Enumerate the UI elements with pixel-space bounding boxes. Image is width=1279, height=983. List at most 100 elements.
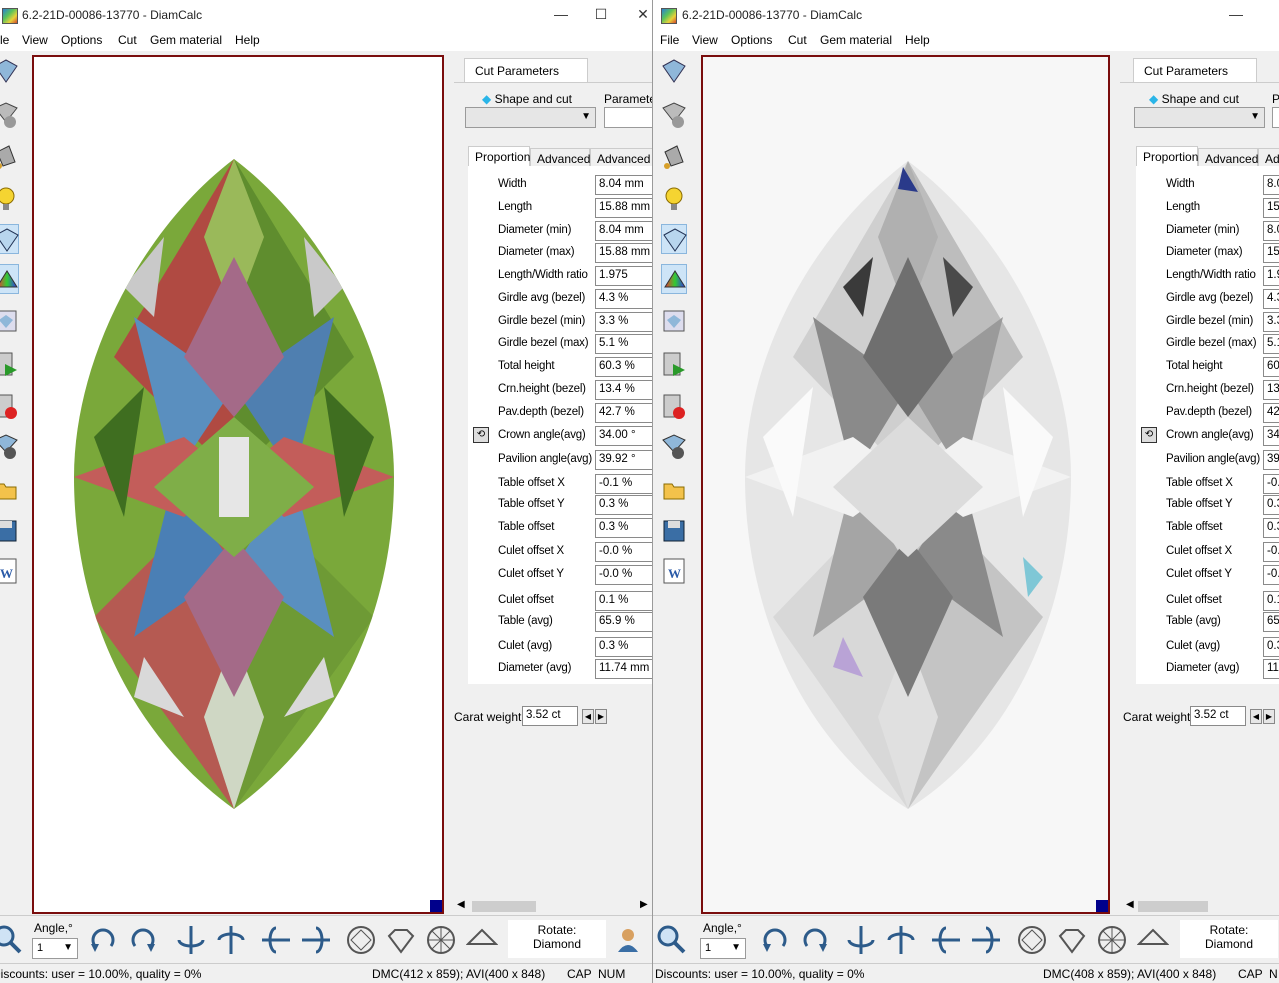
rotate-right-icon[interactable] [127,924,159,956]
proportion-value-input[interactable]: 39 [1263,450,1279,470]
proportion-value-input[interactable]: 15 [1263,198,1279,218]
subtab-advanced[interactable]: Advanced [1198,148,1258,168]
proportion-value-input[interactable]: 39.92 ° [595,450,652,470]
close-icon[interactable]: ✕ [635,6,651,22]
word-report-icon[interactable]: W [661,556,687,586]
subtab-advanced-2[interactable]: Ad [1258,148,1279,168]
menu-help[interactable]: Help [235,33,260,47]
proportion-value-input[interactable]: 34 [1263,426,1279,446]
subtab-proportions[interactable]: Proportions [468,146,536,166]
angle-dropdown[interactable]: 1 ▼ [700,938,746,959]
view-top-icon[interactable] [1016,924,1048,956]
panel-horizontal-scrollbar[interactable]: ◀ ▶ [454,898,652,915]
tab-cut-parameters[interactable]: Cut Parameters [1133,58,1257,82]
subtab-advanced-2[interactable]: Advanced [590,148,652,168]
proportion-value-input[interactable]: 13 [1263,380,1279,400]
minimize-icon[interactable]: — [1228,6,1244,22]
menu-cut[interactable]: Cut [788,33,807,47]
carat-decrease-button[interactable]: ◀ [582,709,594,724]
flip-horizontal-up-icon[interactable] [260,924,292,956]
flip-vertical-right-icon[interactable] [215,924,247,956]
view-bottom-icon[interactable] [425,924,457,956]
open-folder-icon[interactable] [661,474,687,504]
proportion-value-input[interactable]: 0.3 % [595,518,652,538]
carat-weight-input[interactable]: 3.52 ct [522,706,578,726]
diamond-view-tool-icon[interactable] [661,56,687,86]
view-bottom-icon[interactable] [1096,924,1128,956]
proportion-value-input[interactable]: 0.3 [1263,518,1279,538]
proportion-value-input[interactable]: 0.3 [1263,495,1279,515]
proportion-value-input[interactable]: 1.9 [1263,266,1279,286]
scroll-right-icon[interactable]: ▶ [640,899,648,910]
proportion-value-input[interactable]: 42 [1263,403,1279,423]
paint-bucket-tool-icon[interactable] [661,142,687,172]
play-video-tool-icon[interactable] [661,350,687,380]
rotate-mode-box[interactable]: Rotate: Diamond [1180,920,1278,958]
proportion-value-input[interactable]: -0. [1263,565,1279,585]
carat-increase-button[interactable]: ▶ [1263,709,1275,724]
record-video-tool-icon[interactable] [0,392,19,422]
rotate-left-icon[interactable] [87,924,119,956]
lock-angle-icon[interactable]: ⟲ [473,427,489,443]
save-disk-icon[interactable] [0,516,19,546]
menu-cut[interactable]: Cut [118,33,137,47]
save-disk-icon[interactable] [661,516,687,546]
proportion-value-input[interactable]: 13.4 % [595,380,652,400]
brilliance-tool-icon[interactable] [0,224,19,254]
carat-weight-input[interactable]: 3.52 ct [1190,706,1246,726]
play-video-tool-icon[interactable] [0,350,19,380]
menu-gem-material[interactable]: Gem material [150,33,222,47]
diamond-sphere-tool-icon[interactable] [661,100,687,130]
flip-horizontal-down-icon[interactable] [300,924,332,956]
view-side-icon[interactable] [385,924,417,956]
view-side-icon[interactable] [1056,924,1088,956]
proportion-value-input[interactable]: 42.7 % [595,403,652,423]
rotate-right-icon[interactable] [799,924,831,956]
proportion-value-input[interactable]: 15 [1263,243,1279,263]
scroll-left-icon[interactable]: ◀ [1126,899,1134,910]
proportion-value-input[interactable]: 8.04 mm [595,221,652,241]
minimize-icon[interactable]: — [553,6,569,22]
proportion-value-input[interactable]: -0.0 % [595,542,652,562]
zoom-magnifier-icon[interactable] [656,924,688,956]
proportion-value-input[interactable]: 15.88 mm [595,243,652,263]
picture-tool-icon[interactable] [661,306,687,336]
proportion-value-input[interactable]: -0.0 % [595,565,652,585]
proportion-value-input[interactable]: 5.1 [1263,334,1279,354]
menu-options[interactable]: Options [61,33,102,47]
spectrum-tool-icon[interactable] [0,264,19,294]
panel-horizontal-scrollbar[interactable]: ◀ [1120,898,1279,915]
diamond-view-tool-icon[interactable] [0,56,19,86]
zoom-magnifier-icon[interactable] [0,924,24,956]
proportion-value-input[interactable]: 3.3 % [595,312,652,332]
scroll-thumb[interactable] [472,901,536,912]
diamond-reel-tool-icon[interactable] [661,432,687,462]
lock-angle-icon[interactable]: ⟲ [1141,427,1157,443]
angle-dropdown[interactable]: 1 ▼ [32,938,78,959]
proportion-value-input[interactable]: 0.3 [1263,637,1279,657]
menu-gem-material[interactable]: Gem material [820,33,892,47]
diamond-viewport[interactable] [32,55,444,914]
subtab-advanced[interactable]: Advanced [530,148,590,168]
proportion-value-input[interactable]: 0.1 % [595,591,652,611]
subtab-proportions[interactable]: Proportions [1136,146,1204,166]
proportion-value-input[interactable]: 11 [1263,659,1279,679]
proportion-value-input[interactable]: 4.3 % [595,289,652,309]
word-report-icon[interactable]: W [0,556,19,586]
spectrum-tool-icon[interactable] [661,264,687,294]
diamond-sphere-tool-icon[interactable] [0,100,19,130]
open-folder-icon[interactable] [0,474,19,504]
proportion-value-input[interactable]: 11.74 mm [595,659,652,679]
carat-increase-button[interactable]: ▶ [595,709,607,724]
proportion-value-input[interactable]: 15.88 mm [595,198,652,218]
proportion-value-input[interactable]: 0.3 % [595,495,652,515]
proportion-value-input[interactable]: 4.3 [1263,289,1279,309]
proportion-value-input[interactable]: -0. [1263,542,1279,562]
menu-options[interactable]: Options [731,33,772,47]
proportion-value-input[interactable]: -0. [1263,474,1279,494]
light-bulb-tool-icon[interactable] [661,184,687,214]
proportion-value-input[interactable]: 8.0 [1263,175,1279,195]
proportion-value-input[interactable]: 8.04 mm [595,175,652,195]
user-rotate-icon[interactable] [612,924,644,956]
scroll-left-icon[interactable]: ◀ [457,899,465,910]
